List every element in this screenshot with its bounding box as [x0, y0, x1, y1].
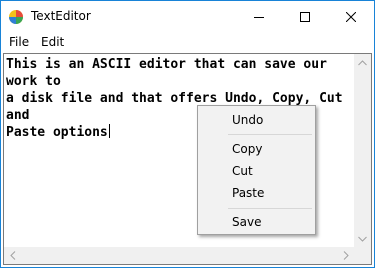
context-menu-separator: [228, 208, 312, 209]
window-title: TextEditor: [31, 9, 91, 23]
menu-edit[interactable]: Edit: [41, 35, 64, 49]
title-bar[interactable]: TextEditor: [1, 1, 374, 32]
context-menu-separator: [228, 134, 312, 135]
close-icon: [345, 7, 357, 26]
context-menu-save[interactable]: Save: [232, 215, 261, 229]
app-window: TextEditor File Edit This is an ASCII ed…: [0, 0, 375, 268]
context-menu-cut[interactable]: Cut: [232, 164, 253, 178]
context-menu-paste[interactable]: Paste: [232, 186, 264, 200]
menu-file[interactable]: File: [9, 35, 29, 49]
text-editor-area[interactable]: This is an ASCII editor that can save ou…: [3, 53, 372, 265]
scroll-right-icon[interactable]: [337, 247, 354, 264]
scroll-down-icon[interactable]: [354, 230, 371, 247]
menu-bar: File Edit: [1, 33, 374, 52]
maximize-button[interactable]: [282, 1, 328, 32]
minimize-icon: [254, 7, 264, 26]
close-button[interactable]: [328, 1, 374, 32]
horizontal-scrollbar[interactable]: [4, 247, 354, 264]
vertical-scrollbar[interactable]: [354, 54, 371, 247]
maximize-icon: [300, 7, 310, 26]
app-icon: [8, 9, 24, 25]
minimize-button[interactable]: [236, 1, 282, 32]
text-caret: [108, 124, 110, 138]
scroll-left-icon[interactable]: [4, 247, 21, 264]
context-menu-copy[interactable]: Copy: [232, 142, 262, 156]
context-menu-undo[interactable]: Undo: [232, 113, 263, 127]
scrollbar-corner: [354, 247, 371, 264]
context-menu: Undo Copy Cut Paste Save: [197, 105, 316, 235]
scroll-up-icon[interactable]: [354, 54, 371, 71]
